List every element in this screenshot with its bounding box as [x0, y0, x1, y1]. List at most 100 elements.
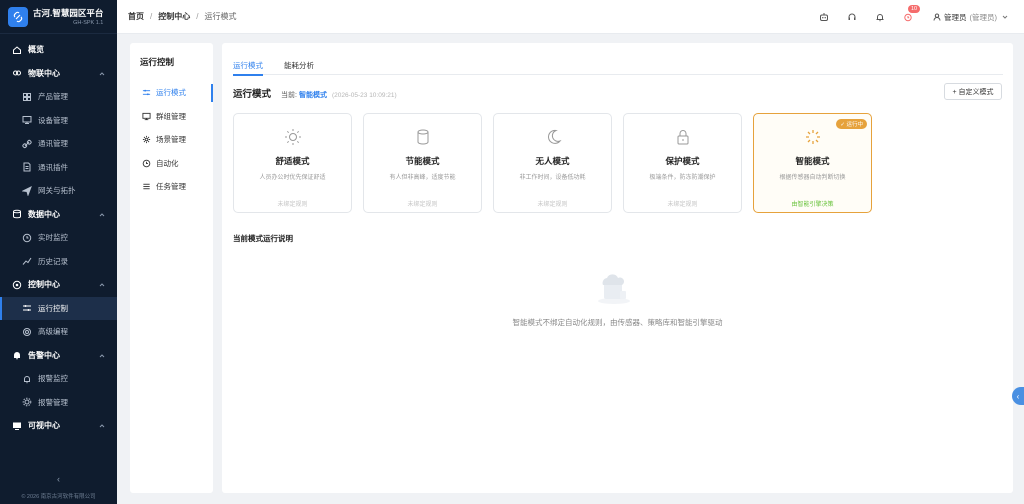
- link-icon: [12, 68, 22, 78]
- sidebar-item[interactable]: 概览: [0, 38, 117, 62]
- notification-badge: 10: [908, 5, 921, 13]
- mode-card-rule: 未绑定规则: [277, 202, 308, 208]
- sidebar-item[interactable]: 高级编程: [0, 320, 117, 344]
- alarm-clock-icon[interactable]: 10: [903, 5, 921, 22]
- submenu-item-label: 运行模式: [156, 88, 186, 98]
- empty-state-cloud-icon: [594, 269, 634, 305]
- mode-card[interactable]: 节能模式 有人但非高峰，适度节能 未绑定规则: [363, 113, 482, 213]
- mode-title: 运行模式: [233, 89, 272, 100]
- chevron-up-icon: [99, 211, 105, 220]
- sidebar-item-label: 设备管理: [38, 115, 68, 125]
- sliders-icon: [142, 88, 151, 97]
- control-icon: [12, 280, 22, 290]
- scene-icon: [142, 135, 151, 144]
- sidebar-item[interactable]: 控制中心: [0, 273, 117, 297]
- mode-card-name: 无人模式: [535, 156, 570, 166]
- mode-card[interactable]: 无人模式 非工作时间，设备低功耗 未绑定规则: [493, 113, 612, 213]
- sidebar-item-label: 数据中心: [28, 209, 60, 219]
- mode-card-name: 舒适模式: [275, 156, 310, 166]
- sidebar-nav: 概览物联中心产品管理设备管理通讯管理通讯插件网关与拓扑数据中心实时监控 历史记录控…: [0, 34, 117, 438]
- submenu-item[interactable]: 场景管理: [130, 128, 213, 152]
- user-name: 管理员: [944, 12, 967, 22]
- chevron-up-icon: [99, 281, 105, 290]
- database-icon: [12, 209, 22, 219]
- sidebar-item[interactable]: 通讯插件: [0, 156, 117, 180]
- mode-card-rule: 未绑定规则: [667, 202, 698, 208]
- mode-card[interactable]: 保护模式极端条件，防冻防潮保护 未绑定规则: [623, 113, 742, 213]
- sidebar-collapse-button[interactable]: ‹: [0, 474, 117, 484]
- running-badge: ✓ 运行中: [836, 119, 867, 129]
- sidebar-item-label: 控制中心: [28, 280, 60, 290]
- user-menu[interactable]: 管理员 (管理员): [933, 12, 1008, 23]
- sidebar-item[interactable]: 设备管理: [0, 109, 117, 133]
- clock-icon: [142, 159, 151, 168]
- sidebar-item-label: 通讯插件: [38, 162, 68, 172]
- sidebar-item-label: 报警管理: [38, 397, 68, 407]
- submenu-item[interactable]: 任务管理: [130, 175, 213, 199]
- submenu-item-label: 自动化: [156, 158, 179, 168]
- sidebar-item-label: 物联中心: [28, 68, 60, 78]
- brand[interactable]: 古河.智慧园区平台 GH-SPK 1.1: [0, 0, 117, 34]
- current-mode-label: 当前:: [281, 92, 297, 99]
- breadcrumb-home[interactable]: 首页: [128, 11, 144, 22]
- custom-mode-button[interactable]: + 自定义模式: [944, 83, 1002, 100]
- submenu-item[interactable]: 运行模式: [130, 81, 213, 105]
- sidebar-item[interactable]: 可视中心: [0, 414, 117, 438]
- submenu-item-label: 群组管理: [156, 111, 186, 121]
- headset-icon[interactable]: [847, 12, 857, 22]
- sidebar-item[interactable]: 报警管理: [0, 391, 117, 415]
- tab-run-mode[interactable]: 运行模式: [233, 43, 263, 76]
- mode-header: 运行模式 当前: 智能模式 (2026-05-23 10:09:21): [233, 86, 397, 100]
- empty-state-text: 智能模式不绑定自动化规则，由传感器、策略库和智能引擎驱动: [512, 318, 723, 327]
- chevron-down-icon: [1002, 13, 1008, 22]
- tab-energy-analysis[interactable]: 能耗分析: [284, 43, 314, 75]
- mode-cards: 舒适模式 人员办公时优先保证舒适 未绑定规则 节能模式 有人但非高峰，适度节能 未绑定规则…: [233, 113, 883, 213]
- chevron-up-icon: [99, 70, 105, 79]
- tab-bar: 运行模式 能耗分析: [233, 43, 1003, 76]
- sun-icon: [284, 128, 302, 146]
- mode-card[interactable]: ✓ 运行中 智能模式 根据传感器自动判断切换 由智能引擎决策: [753, 113, 872, 213]
- current-mode-time: (2026-05-23 10:09:21): [331, 92, 397, 99]
- list-icon: [142, 182, 151, 191]
- sidebar-item[interactable]: 告警中心: [0, 344, 117, 368]
- sidebar-item[interactable]: 运行控制: [0, 296, 117, 320]
- sidebar-item[interactable]: 报警监控: [0, 367, 117, 391]
- breadcrumb-control-center[interactable]: 控制中心: [158, 11, 190, 22]
- breadcrumb-current: 运行模式: [204, 12, 237, 21]
- cylinder-icon: [414, 128, 432, 146]
- submenu-item[interactable]: 自动化: [130, 152, 213, 176]
- monitor-icon: [22, 115, 32, 125]
- panel-title: 运行控制: [140, 57, 175, 67]
- gear-icon: [22, 397, 32, 407]
- sidebar-item[interactable]: 物联中心: [0, 62, 117, 86]
- chain-icon: [22, 139, 32, 149]
- grid-icon: [22, 92, 32, 102]
- chevron-left-icon: ‹: [1016, 391, 1020, 401]
- sidebar-item[interactable]: 产品管理: [0, 85, 117, 109]
- submenu-item[interactable]: 群组管理: [130, 105, 213, 129]
- mode-card-rule: 未绑定规则: [407, 202, 438, 208]
- side-expand-button[interactable]: ‹: [1012, 387, 1024, 405]
- breadcrumb: 首页 / 控制中心 / 运行模式: [117, 11, 236, 22]
- sidebar-item[interactable]: 实时监控: [0, 226, 117, 250]
- robot-icon[interactable]: [819, 12, 829, 22]
- mode-card-description: 人员办公时优先保证舒适: [259, 175, 326, 181]
- mode-description-title: 当前模式运行说明: [233, 234, 293, 243]
- mode-card-description: 根据传感器自动判断切换: [779, 175, 846, 181]
- brand-subtitle: GH-SPK 1.1: [73, 20, 104, 26]
- breadcrumb-separator: /: [196, 12, 199, 21]
- sidebar-item[interactable]: 通讯管理: [0, 132, 117, 156]
- sidebar-item[interactable]: 数据中心: [0, 203, 117, 227]
- mode-card[interactable]: 舒适模式人员办公时优先保证舒适 未绑定规则: [233, 113, 352, 213]
- user-role: (管理员): [969, 12, 998, 22]
- screen-icon: [12, 421, 22, 431]
- mode-card-name: 保护模式: [665, 156, 700, 166]
- sidebar-item[interactable]: 网关与拓扑: [0, 179, 117, 203]
- document-icon: [22, 162, 32, 172]
- bell-icon[interactable]: [875, 12, 885, 22]
- mode-card-description: 极端条件，防冻防潮保护: [649, 175, 716, 181]
- bell-outline-icon: [22, 374, 32, 384]
- brand-title: 古河.智慧园区平台: [33, 8, 104, 18]
- sidebar-item[interactable]: 历史记录: [0, 250, 117, 274]
- moon-icon: [544, 128, 562, 146]
